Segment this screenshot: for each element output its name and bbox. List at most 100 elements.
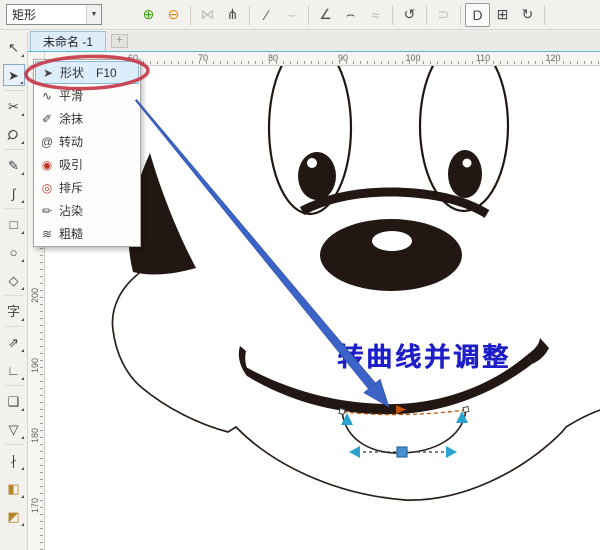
toolbox-drop-shadow-tool[interactable]: ❏ (3, 390, 25, 412)
toolbar-separator (426, 4, 427, 25)
right-pupil-highlight (462, 158, 472, 168)
smear-icon: ✐ (41, 111, 53, 126)
rotate-skew-nodes-button[interactable]: ↻ (515, 3, 540, 27)
smudge-icon: ✏ (41, 203, 53, 218)
select-all-nodes-icon: ⊞ (496, 6, 509, 22)
convert-curve-icon: ⌣ (286, 6, 297, 22)
select-all-nodes-button[interactable]: ⊞ (490, 3, 515, 27)
cusp-node-button[interactable]: ∠ (313, 3, 338, 27)
toolbox-color-eyedropper-tool[interactable]: ∤ (3, 449, 25, 471)
interactive-fill-icon: ◩ (7, 508, 20, 524)
smooth-node-button[interactable]: ⌢ (338, 3, 363, 27)
toolbox-fill-tool[interactable]: ◧ (3, 477, 25, 499)
freehand-tool-icon: ✎ (8, 157, 19, 173)
menu-item-label: 形状 (60, 66, 85, 80)
smile-right-hook (527, 338, 549, 364)
smooth-node-icon: ⌢ (345, 6, 356, 22)
connector-tool-icon: ∟ (7, 362, 20, 378)
left-pupil-highlight (307, 158, 317, 168)
menu-item-shortcut: F10 (96, 65, 117, 80)
menu-icon-cell: ◎ (35, 181, 59, 195)
right-corner-node[interactable] (462, 405, 470, 414)
eyedropper-tool-icon: ∤ (10, 452, 17, 468)
chevron-down-icon[interactable]: ▼ (86, 5, 101, 24)
dimension-tool-icon: ⇗ (8, 334, 19, 350)
symmetrical-node-button: ≈ (363, 3, 388, 27)
zoom-tool-icon: Ϙ (4, 125, 23, 143)
toolbar-separator (308, 4, 309, 25)
menu-icon-cell: ≋ (35, 227, 59, 241)
menu-item-label: 粗糙 (59, 227, 84, 241)
toolbox-pick-tool[interactable]: ↖ (3, 36, 25, 58)
convert-line-icon: ∕ (265, 6, 268, 23)
toolbox-shape-tool[interactable]: ➤ (2, 64, 25, 86)
close-curve-icon: D (472, 6, 483, 23)
add-node-button[interactable]: ⊕ (136, 3, 161, 27)
toolbox-separator (3, 444, 24, 445)
vruler-label: 200 (30, 287, 40, 303)
toolbox-text-tool[interactable]: 字 (3, 300, 25, 322)
fill-tool-icon: ◧ (7, 480, 20, 496)
join-nodes-icon: ⋈ (200, 6, 215, 22)
add-node-icon: ⊕ (142, 6, 155, 22)
menu-icon-cell: ∿ (35, 89, 59, 103)
hruler-label: 70 (197, 53, 209, 63)
toolbar-separator (249, 4, 250, 25)
rotate-skew-icon: ↻ (521, 6, 534, 22)
toolbox-interactive-fill-tool[interactable]: ◩ (3, 505, 25, 527)
menu-item-粗糙[interactable]: ≋ 粗糙 (35, 222, 139, 245)
vruler-label: 190 (30, 357, 40, 373)
reverse-direction-button[interactable]: ↺ (397, 3, 422, 27)
hruler-label: 80 (267, 53, 279, 63)
toolbox-crop-tool[interactable]: ✂ (3, 95, 25, 117)
menu-item-排斥[interactable]: ◎ 排斥 (35, 176, 139, 199)
toolbox-ellipse-tool[interactable]: ○ (3, 241, 25, 263)
menu-item-平滑[interactable]: ∿ 平滑 (35, 84, 139, 107)
selected-bottom-node[interactable] (396, 446, 408, 458)
convert-to-line-button[interactable]: ∕ (254, 3, 279, 27)
menu-item-转动[interactable]: @ 转动 (35, 130, 139, 153)
roughen-icon: ≋ (41, 226, 53, 241)
document-tab[interactable]: 未命名 -1 (30, 31, 107, 51)
artistic-media-icon: ∫ (11, 185, 16, 201)
bottom-left-arrow[interactable] (349, 446, 360, 458)
property-bar: 矩形 ▼ ⊕ ⊖ ⋈ ⋔ ∕ ⌣ ∠ ⌢ ≈ ↺ ⊃ D ⊞ ↻ (0, 0, 600, 30)
face-outline (111, 270, 600, 501)
menu-item-沾染[interactable]: ✏ 沾染 (35, 199, 139, 222)
delete-node-button[interactable]: ⊖ (161, 3, 186, 27)
close-curve-button[interactable]: D (465, 2, 490, 27)
right-pupil (448, 150, 482, 198)
twirl-icon: @ (40, 134, 54, 149)
hruler-label: 110 (475, 53, 491, 63)
toolbox-separator (3, 385, 24, 386)
left-corner-node[interactable] (338, 407, 346, 416)
nose-highlight (372, 231, 412, 251)
new-tab-button[interactable]: + (111, 34, 129, 48)
menu-item-形状[interactable]: ➤ 形状 F10 (35, 61, 139, 84)
menu-item-涂抹[interactable]: ✐ 涂抹 (35, 107, 139, 130)
node-edit-button-group: ⊕ ⊖ ⋈ ⋔ ∕ ⌣ ∠ ⌢ ≈ ↺ ⊃ D ⊞ ↻ (136, 2, 549, 27)
smooth-brush-icon: ∿ (41, 88, 53, 103)
break-curve-button[interactable]: ⋔ (220, 3, 245, 27)
pick-tool-icon: ↖ (8, 39, 19, 55)
toolbox-transparency-tool[interactable]: ▽ (3, 418, 25, 440)
toolbox-connector-tool[interactable]: ∟ (3, 359, 25, 381)
shape-tool-icon: ➤ (8, 67, 19, 83)
delete-node-icon: ⊖ (167, 6, 180, 22)
menu-icon-cell: @ (35, 135, 59, 149)
menu-item-label: 沾染 (59, 204, 84, 218)
bottom-right-arrow[interactable] (446, 446, 457, 458)
menu-icon-cell: ✏ (35, 204, 59, 218)
toolbox-dimension-tool[interactable]: ⇗ (3, 331, 25, 353)
ellipse-tool-icon: ○ (9, 244, 18, 260)
toolbox-zoom-tool[interactable]: Ϙ (3, 123, 25, 145)
menu-item-吸引[interactable]: ◉ 吸引 (35, 153, 139, 176)
toolbox-rectangle-tool[interactable]: □ (3, 213, 25, 235)
hruler-label: 120 (545, 53, 561, 63)
toolbox-polygon-tool[interactable]: ◇ (3, 269, 25, 291)
toolbox-artistic-media-tool[interactable]: ∫ (3, 182, 25, 204)
preset-shape-dropdown[interactable]: 矩形 ▼ (6, 4, 102, 25)
toolbar-separator (460, 4, 461, 25)
vruler-label: 170 (30, 497, 40, 513)
toolbox-freehand-tool[interactable]: ✎ (3, 154, 25, 176)
